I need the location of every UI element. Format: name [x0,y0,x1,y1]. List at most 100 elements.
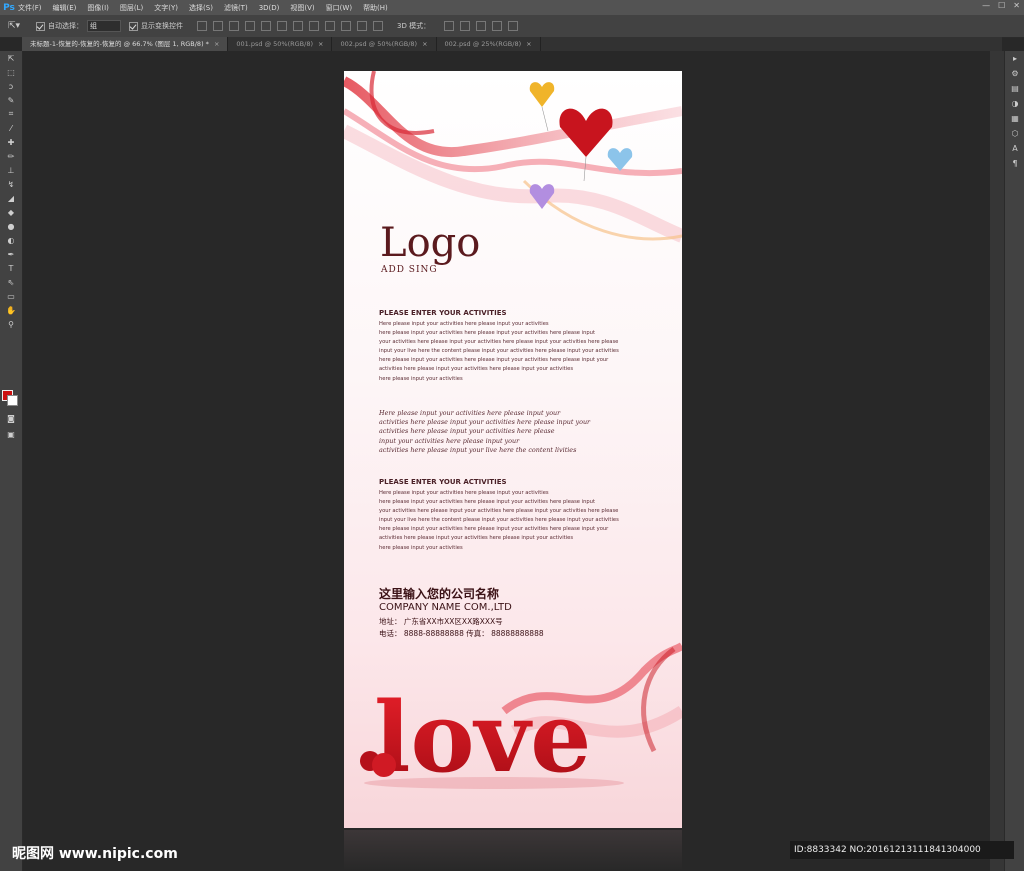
healing-icon[interactable]: ✚ [0,135,22,149]
script-line: input your activities here please input … [379,436,520,445]
company-name-cn: 这里输入您的公司名称 [379,587,500,601]
canvas-reflection [344,830,682,871]
menu-help[interactable]: 帮助(H) [363,3,388,13]
align-right-icon[interactable] [277,21,287,31]
tab-untitled-1[interactable]: 未标题-1-恢复的-恢复的-恢复的 @ 66.7% (图层 1, RGB/8) … [22,37,229,51]
shape-icon[interactable]: ▭ [0,289,22,303]
body-line: Here please input your activities here p… [379,321,549,327]
zoom-icon[interactable]: ⚲ [0,317,22,331]
3d-roll-icon[interactable] [460,21,471,31]
panel-toggle-icon[interactable]: ◑ [1005,96,1024,111]
company-phone: 电话： 8888-88888888 传真： 88888888888 [379,629,544,638]
align-bottom-icon[interactable] [229,21,239,31]
menu-filter[interactable]: 滤镜(T) [224,3,248,13]
body-line: here please input your activities here p… [379,330,595,337]
menu-select[interactable]: 选择(S) [189,3,213,13]
heart-balloons [529,82,633,209]
panel-toggle-icon[interactable]: ⚙ [1005,66,1024,81]
menu-layer[interactable]: 图层(L) [120,3,143,13]
align-top-icon[interactable] [197,21,207,31]
3d-pan-icon[interactable] [476,21,487,31]
show-transform-checkbox[interactable] [129,21,138,31]
3d-slide-icon[interactable] [492,21,503,31]
canvas-document[interactable]: love Logo ADD SING PLEASE ENTER YOUR ACT… [344,71,682,828]
window-controls: — ☐ ✕ [982,1,1020,10]
3d-scale-icon[interactable] [508,21,519,31]
pen-icon[interactable]: ✒ [0,247,22,261]
eyedropper-icon[interactable]: ⁄ [0,121,22,135]
tab-close-icon[interactable]: × [526,40,531,48]
tab-close-icon[interactable]: × [318,40,323,48]
dodge-icon[interactable]: ◐ [0,233,22,247]
distribute-left-icon[interactable] [341,21,351,31]
auto-select-dropdown[interactable]: 组 [87,20,121,32]
menu-view[interactable]: 视图(V) [290,3,314,13]
move-icon[interactable]: ⇱ [0,51,22,65]
body-line: your activities here please input your a… [379,339,619,346]
company-name-en: COMPANY NAME COM.,LTD [379,602,512,613]
distribute-vcenter-icon[interactable] [309,21,319,31]
body-line: activities here please input your activi… [379,535,574,542]
background-color-swatch[interactable] [7,395,18,406]
panel-toggle-icon[interactable]: ⬡ [1005,126,1024,141]
company-address: 地址： 广东省XX市XX区XX路XXX号 [379,617,503,626]
blur-icon[interactable]: ● [0,219,22,233]
tab-close-icon[interactable]: × [422,40,427,48]
tab-001[interactable]: 001.psd @ 50%(RGB/8) × [228,37,333,51]
poster-logo-subtitle: ADD SING [381,265,438,275]
menu-edit[interactable]: 编辑(E) [53,3,77,13]
panel-toggle-icon[interactable]: ¶ [1005,156,1024,171]
distribute-right-icon[interactable] [373,21,383,31]
script-paragraph: Here please input your activities here p… [379,409,649,455]
menu-3d[interactable]: 3D(D) [259,4,280,12]
document-tabs: 未标题-1-恢复的-恢复的-恢复的 @ 66.7% (图层 1, RGB/8) … [22,37,1002,51]
section2-heading: PLEASE ENTER YOUR ACTIVITIES [379,478,507,486]
minimize-icon[interactable]: — [982,1,990,10]
align-vcenter-icon[interactable] [213,21,223,31]
marquee-icon[interactable]: ⬚ [0,65,22,79]
distribute-bottom-icon[interactable] [325,21,335,31]
menu-bar: Ps 文件(F) 编辑(E) 图像(I) 图层(L) 文字(Y) 选择(S) 滤… [0,0,1024,15]
history-brush-icon[interactable]: ↯ [0,177,22,191]
align-hcenter-icon[interactable] [261,21,271,31]
maximize-icon[interactable]: ☐ [998,1,1005,10]
move-tool-preset-icon[interactable]: ⇱▾ [0,21,28,31]
path-select-icon[interactable]: ⇖ [0,275,22,289]
panel-toggle-icon[interactable]: ▦ [1005,111,1024,126]
tab-close-icon[interactable]: × [214,40,219,48]
menu-image[interactable]: 图像(I) [87,3,109,13]
distribute-top-icon[interactable] [293,21,303,31]
script-line: Here please input your activities here p… [379,409,561,417]
menu-file[interactable]: 文件(F) [18,3,42,13]
menu-window[interactable]: 窗口(W) [326,3,352,13]
eraser-icon[interactable]: ◢ [0,191,22,205]
crop-icon[interactable]: ⌗ [0,107,22,121]
gradient-icon[interactable]: ◆ [0,205,22,219]
panel-toggle-icon[interactable]: ▸ [1005,51,1024,66]
distribute-hcenter-icon[interactable] [357,21,367,31]
panel-toggle-icon[interactable]: ▤ [1005,81,1024,96]
lasso-icon[interactable]: ↄ [0,79,22,93]
panel-toggle-icon[interactable]: A [1005,141,1024,156]
tools-panel: ⇱ ⬚ ↄ ✎ ⌗ ⁄ ✚ ✏ ⊥ ↯ ◢ ◆ ● ◐ ✒ T ⇖ ▭ ✋ ⚲ ◙ ▣ [0,51,23,871]
quick-mask-icon[interactable]: ◙ [0,411,22,425]
menu-type[interactable]: 文字(Y) [154,3,178,13]
3d-rotate-icon[interactable] [444,21,455,31]
quick-select-icon[interactable]: ✎ [0,93,22,107]
brush-icon[interactable]: ✏ [0,149,22,163]
watermark-nipic: 昵图网 www.nipic.com [12,846,178,862]
align-left-icon[interactable] [245,21,255,31]
type-icon[interactable]: T [0,261,22,275]
hand-icon[interactable]: ✋ [0,303,22,317]
right-panel-dock: ▸ ⚙ ▤ ◑ ▦ ⬡ A ¶ [1004,51,1024,871]
align-buttons [197,21,383,31]
panel-collapse-strip[interactable] [990,51,1004,871]
stamp-icon[interactable]: ⊥ [0,163,22,177]
auto-select-checkbox[interactable] [36,21,45,31]
3d-mode-buttons [444,21,519,31]
screen-mode-icon[interactable]: ▣ [0,427,22,441]
tab-002-50[interactable]: 002.psd @ 50%(RGB/8) × [332,37,437,51]
body-line: input your live here the content please … [379,517,619,524]
close-icon[interactable]: ✕ [1013,1,1020,10]
tab-002-25[interactable]: 002.psd @ 25%(RGB/8) × [437,37,541,51]
